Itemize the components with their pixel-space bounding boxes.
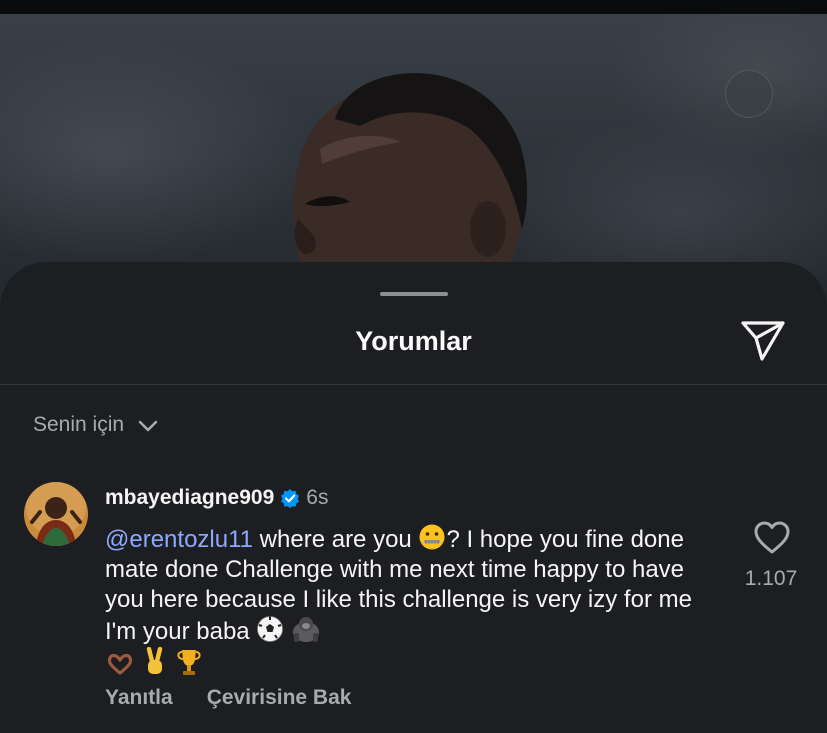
see-translation-button[interactable]: Çevirisine Bak [207,686,352,710]
player-photo [294,73,528,304]
victory-hand-icon [146,647,162,674]
like-button[interactable] [753,520,791,556]
comment-text: @erentozlu11 where are you ? I hope you … [105,523,720,681]
sheet-title: Yorumlar [355,326,472,356]
avatar-image [24,482,88,546]
verified-badge-icon [281,489,300,508]
status-bar [0,0,827,14]
comment-time: 6s [306,486,329,509]
camera-indicator [725,70,773,118]
comment-filter-dropdown[interactable]: Senin için [33,410,158,440]
background-video-frame [0,14,827,304]
reply-button[interactable]: Yanıtla [105,686,173,710]
trophy-icon [177,650,201,675]
share-button[interactable] [738,318,788,364]
like-count: 1.107 [744,567,798,590]
avatar[interactable] [24,482,88,546]
soccer-ball-icon [257,616,284,642]
zipper-mouth-face-icon [419,524,445,550]
mention-link[interactable]: @erentozlu11 [105,526,253,553]
heart-icon [754,521,790,554]
comment-username[interactable]: mbayediagne909 [105,486,274,510]
comment-actions: Yanıtla Çevirisine Bak [105,686,351,710]
comment-header: mbayediagne909 6s [105,486,328,510]
gorilla-icon [293,617,319,642]
comment-text-part-1: where are you [253,526,419,553]
sheet-drag-handle[interactable] [380,292,448,296]
filter-label: Senin için [33,413,125,436]
heart-hands-icon [107,653,133,675]
comments-sheet: Yorumlar Senin için mbayediagne909 6s @e… [0,262,827,733]
send-icon [741,321,785,361]
header-divider [0,384,827,385]
chevron-down-icon [138,420,158,432]
